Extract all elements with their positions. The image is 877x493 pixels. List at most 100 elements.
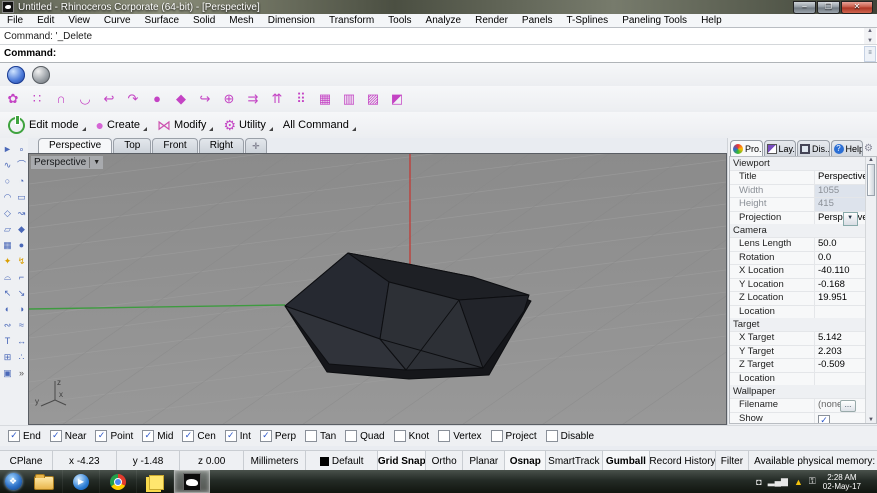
layer-button[interactable]: Default — [306, 451, 379, 471]
explode-icon[interactable]: ↯ — [15, 254, 28, 268]
save-icon[interactable]: ▣ — [1, 366, 14, 380]
maximize-button[interactable]: ❐ — [817, 1, 840, 14]
tab-right[interactable]: Right — [199, 138, 244, 153]
osnap-tan[interactable]: Tan — [305, 430, 336, 442]
point-icon[interactable]: ∘ — [15, 142, 28, 156]
osnap-cen[interactable]: Cen — [182, 430, 215, 442]
utility-menu-button[interactable]: ⚙ Utility — [223, 117, 274, 134]
ts-arch-icon[interactable]: ∩ — [50, 89, 72, 109]
taskbar-clock[interactable]: 2:28 AM 02-May-17 — [823, 473, 861, 491]
ts-weld-icon[interactable]: ⠿ — [290, 89, 312, 109]
taskbar-chrome[interactable] — [100, 470, 137, 493]
select-arrow-icon[interactable]: ► — [1, 142, 14, 156]
osnap-knot[interactable]: Knot — [394, 430, 430, 442]
osnap-vertex[interactable]: Vertex — [438, 430, 481, 442]
edit-mode-button[interactable]: Edit mode — [8, 117, 88, 134]
record-history-toggle[interactable]: Record History — [650, 451, 715, 471]
smarttrack-toggle[interactable]: SmartTrack — [546, 451, 603, 471]
taskbar-file-explorer[interactable] — [26, 470, 63, 493]
menu-edit[interactable]: Edit — [30, 15, 61, 26]
panel-gear-icon[interactable]: ⚙ — [864, 141, 876, 156]
tab-perspective[interactable]: Perspective — [38, 138, 112, 153]
menu-analyze[interactable]: Analyze — [419, 15, 469, 26]
move-icon[interactable]: ↖ — [1, 286, 14, 300]
dimension-icon[interactable]: ↔ — [15, 334, 28, 348]
polygon-icon[interactable]: ◇ — [1, 206, 14, 220]
ts-insert-edge-u-icon[interactable]: ⇉ — [242, 89, 264, 109]
gumball-toggle[interactable]: Gumball — [603, 451, 651, 471]
tab-layers[interactable]: Lay... — [764, 140, 797, 156]
power-plug-icon[interactable]: ⚿ — [809, 476, 816, 487]
array-icon[interactable]: ∴ — [15, 350, 28, 364]
network-signal-icon[interactable]: ▂▄▆ — [768, 476, 788, 487]
ts-extrude-icon[interactable]: ↪ — [194, 89, 216, 109]
ts-bend-icon[interactable]: ↷ — [122, 89, 144, 109]
box-icon[interactable]: ▦ — [1, 238, 14, 252]
minimize-button[interactable]: – — [793, 1, 816, 14]
tab-properties[interactable]: Pro... — [730, 140, 763, 156]
modify-menu-button[interactable]: ⋈ Modify — [157, 117, 215, 134]
osnap-project[interactable]: Project — [491, 430, 537, 442]
menu-paneling-tools[interactable]: Paneling Tools — [615, 15, 694, 26]
close-button[interactable]: ✕ — [841, 1, 873, 14]
menu-render[interactable]: Render — [468, 15, 515, 26]
menu-view[interactable]: View — [61, 15, 97, 26]
ts-merge-icon[interactable]: ▥ — [338, 89, 360, 109]
rectangle-icon[interactable]: ▭ — [15, 190, 28, 204]
curve-offset-icon[interactable]: ≈ — [15, 318, 28, 332]
osnap-end[interactable]: End — [8, 430, 41, 442]
panel-scrollbar[interactable]: ▲ ▼ — [865, 157, 876, 423]
sphere-icon[interactable]: ● — [15, 238, 28, 252]
osnap-mid[interactable]: Mid — [142, 430, 173, 442]
circle-icon[interactable]: ○ — [1, 174, 14, 188]
menu-mesh[interactable]: Mesh — [222, 15, 260, 26]
planar-toggle[interactable]: Planar — [463, 451, 505, 471]
viewport-canvas[interactable]: z x y Perspective ▼ — [28, 153, 727, 425]
show-wallpaper-checkbox[interactable] — [818, 415, 830, 425]
osnap-disable[interactable]: Disable — [546, 430, 594, 442]
create-menu-button[interactable]: ● Create — [96, 117, 150, 133]
ts-box-icon[interactable]: ◆ — [170, 89, 192, 109]
cplane-button[interactable]: CPlane — [0, 451, 53, 471]
tab-front[interactable]: Front — [152, 138, 197, 153]
start-button[interactable]: ❖ — [0, 470, 26, 493]
tab-top[interactable]: Top — [113, 138, 151, 153]
ts-match-icon[interactable]: ▦ — [314, 89, 336, 109]
tray-app-icon[interactable]: ◘ — [756, 477, 761, 487]
chamfer-icon[interactable]: ⌐ — [15, 270, 28, 284]
ortho-toggle[interactable]: Ortho — [426, 451, 463, 471]
grid-snap-toggle[interactable]: Grid Snap — [378, 451, 426, 471]
all-command-menu-button[interactable]: All Command — [283, 119, 358, 131]
menu-dimension[interactable]: Dimension — [261, 15, 322, 26]
units-button[interactable]: Millimeters — [244, 451, 306, 471]
scrollbar-thumb[interactable] — [867, 164, 875, 196]
extrude-icon[interactable]: ✦ — [1, 254, 14, 268]
ellipse-icon[interactable]: ◔ — [15, 174, 28, 188]
osnap-near[interactable]: Near — [50, 430, 87, 442]
freeform-curve-icon[interactable]: ↝ — [15, 206, 28, 220]
boolean-difference-icon[interactable]: ◑ — [15, 302, 28, 316]
menu-panels[interactable]: Panels — [515, 15, 560, 26]
ts-thicken-icon[interactable]: ✿ — [2, 89, 24, 109]
block-icon[interactable]: ⊞ — [1, 350, 14, 364]
surface-plane-icon[interactable]: ▱ — [1, 222, 14, 236]
command-options-button[interactable]: ≡ — [864, 46, 876, 62]
tab-help[interactable]: ? Help — [831, 140, 864, 156]
google-drive-icon[interactable]: ▲ — [794, 477, 803, 487]
ts-crease-icon[interactable]: ◩ — [386, 89, 408, 109]
osnap-point[interactable]: Point — [95, 430, 133, 442]
menu-help[interactable]: Help — [694, 15, 729, 26]
copy-icon[interactable]: ↘ — [15, 286, 28, 300]
command-input[interactable]: Command: — [0, 45, 877, 63]
ts-mirror-icon[interactable]: ↩ — [98, 89, 120, 109]
taskbar-rhino[interactable] — [174, 470, 210, 493]
expand-toolbar-icon[interactable]: » — [15, 366, 28, 380]
interpolate-curve-icon[interactable]: ⌒ — [15, 158, 28, 172]
taskbar-sticky-notes[interactable] — [137, 470, 174, 493]
arc-icon[interactable]: ◠ — [1, 190, 14, 204]
ts-insert-edge-v-icon[interactable]: ⇈ — [266, 89, 288, 109]
viewport-title-dropdown[interactable]: Perspective ▼ — [31, 156, 103, 169]
mesh-sphere-blue-icon[interactable] — [7, 66, 25, 84]
boolean-union-icon[interactable]: ◐ — [1, 302, 14, 316]
projection-dropdown-button[interactable]: ▼ — [843, 212, 858, 226]
